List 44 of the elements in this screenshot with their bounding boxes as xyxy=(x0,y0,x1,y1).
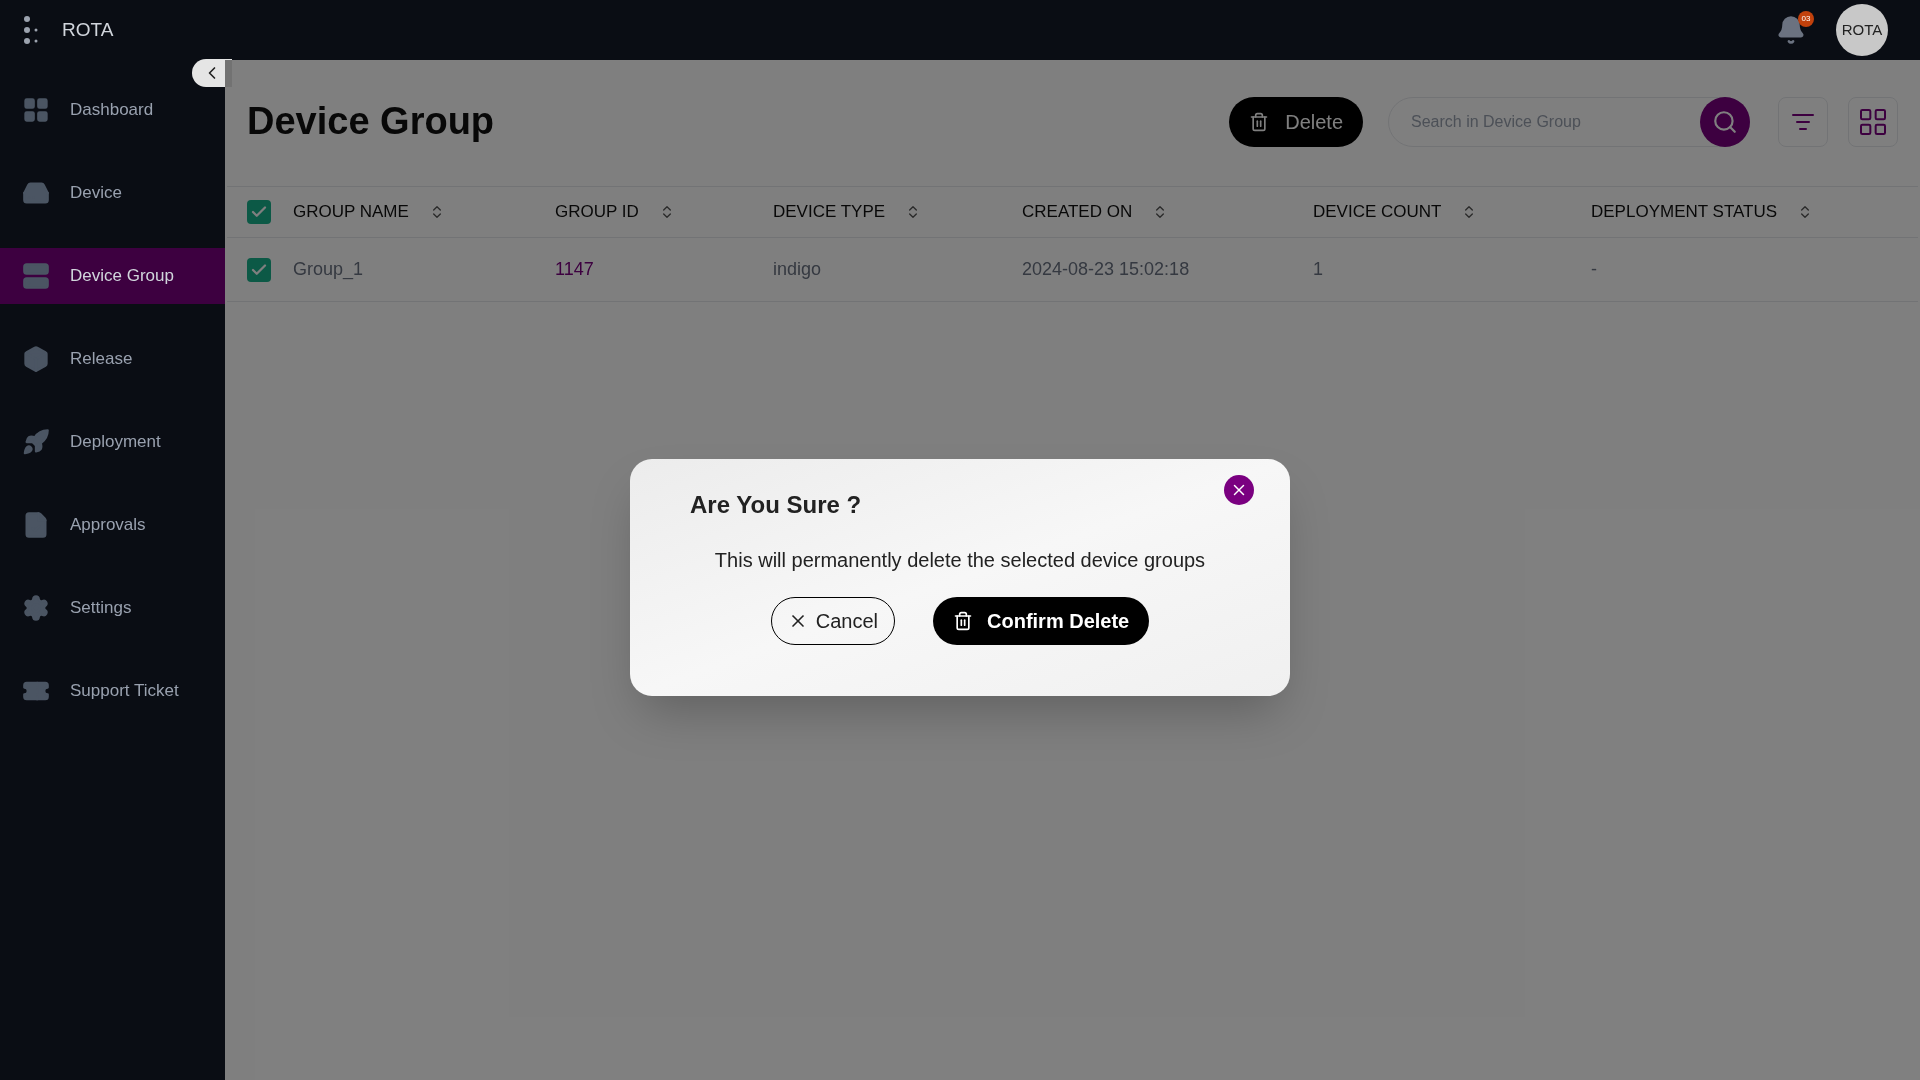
table-cell: indigo xyxy=(773,259,822,279)
collapse-sidebar-button[interactable] xyxy=(192,59,232,87)
close-button[interactable] xyxy=(1224,475,1254,505)
notification-badge: 03 xyxy=(1798,11,1814,27)
column-header[interactable]: GROUP ID xyxy=(555,199,639,225)
server-rack-icon xyxy=(22,262,50,290)
delete-button[interactable]: Delete xyxy=(1229,96,1363,147)
search-button[interactable] xyxy=(1700,96,1750,147)
menu-dots-icon[interactable] xyxy=(22,15,40,45)
sidebar-item[interactable]: Release xyxy=(0,331,225,387)
column-header[interactable]: DEVICE TYPE xyxy=(773,199,886,225)
confirm-delete-button[interactable]: Confirm Delete xyxy=(933,597,1150,645)
dialog-message: This will permanently delete the selected device groups xyxy=(714,548,1206,573)
checkbox[interactable] xyxy=(247,257,271,282)
column-header[interactable]: DEPLOYMENT STATUS xyxy=(1591,199,1778,225)
column-header[interactable]: CREATED ON xyxy=(1022,199,1133,225)
user-avatar[interactable]: ROTA xyxy=(1836,4,1888,56)
column-header[interactable]: DEVICE COUNT xyxy=(1313,199,1442,225)
sidebar-item[interactable]: Device xyxy=(0,165,225,221)
table-cell: 1 xyxy=(1313,259,1323,279)
sidebar-item[interactable]: Device Group xyxy=(0,248,225,304)
column-header[interactable]: GROUP NAME xyxy=(293,199,409,225)
filter-button[interactable] xyxy=(1778,96,1828,147)
table-cell: Group_1 xyxy=(293,259,364,279)
dialog-title: Are You Sure ? xyxy=(690,490,862,520)
sidebar-item[interactable]: Deployment xyxy=(0,414,225,470)
dashboard-icon xyxy=(22,96,50,124)
rocket-icon xyxy=(22,428,50,456)
box-icon xyxy=(22,345,50,373)
trash-icon xyxy=(1249,111,1270,132)
table-cell: 2024-08-23 15:02:18 xyxy=(1022,259,1190,279)
sidebar-item[interactable]: Approvals xyxy=(0,497,225,553)
table-cell: - xyxy=(1591,259,1597,279)
table-cell[interactable]: 1147 xyxy=(555,259,594,279)
grid-view-button[interactable] xyxy=(1848,96,1898,147)
sidebar-item[interactable]: Settings xyxy=(0,580,225,636)
sidebar-item[interactable]: Dashboard xyxy=(0,82,225,138)
checkbox[interactable] xyxy=(247,200,271,224)
search-icon xyxy=(1712,108,1738,135)
app-name: ROTA xyxy=(62,17,114,42)
sidebar-item[interactable]: Support Ticket xyxy=(0,663,225,719)
settings-icon xyxy=(22,594,50,622)
page-title: Device Group xyxy=(247,99,495,144)
trash-icon xyxy=(953,611,973,631)
